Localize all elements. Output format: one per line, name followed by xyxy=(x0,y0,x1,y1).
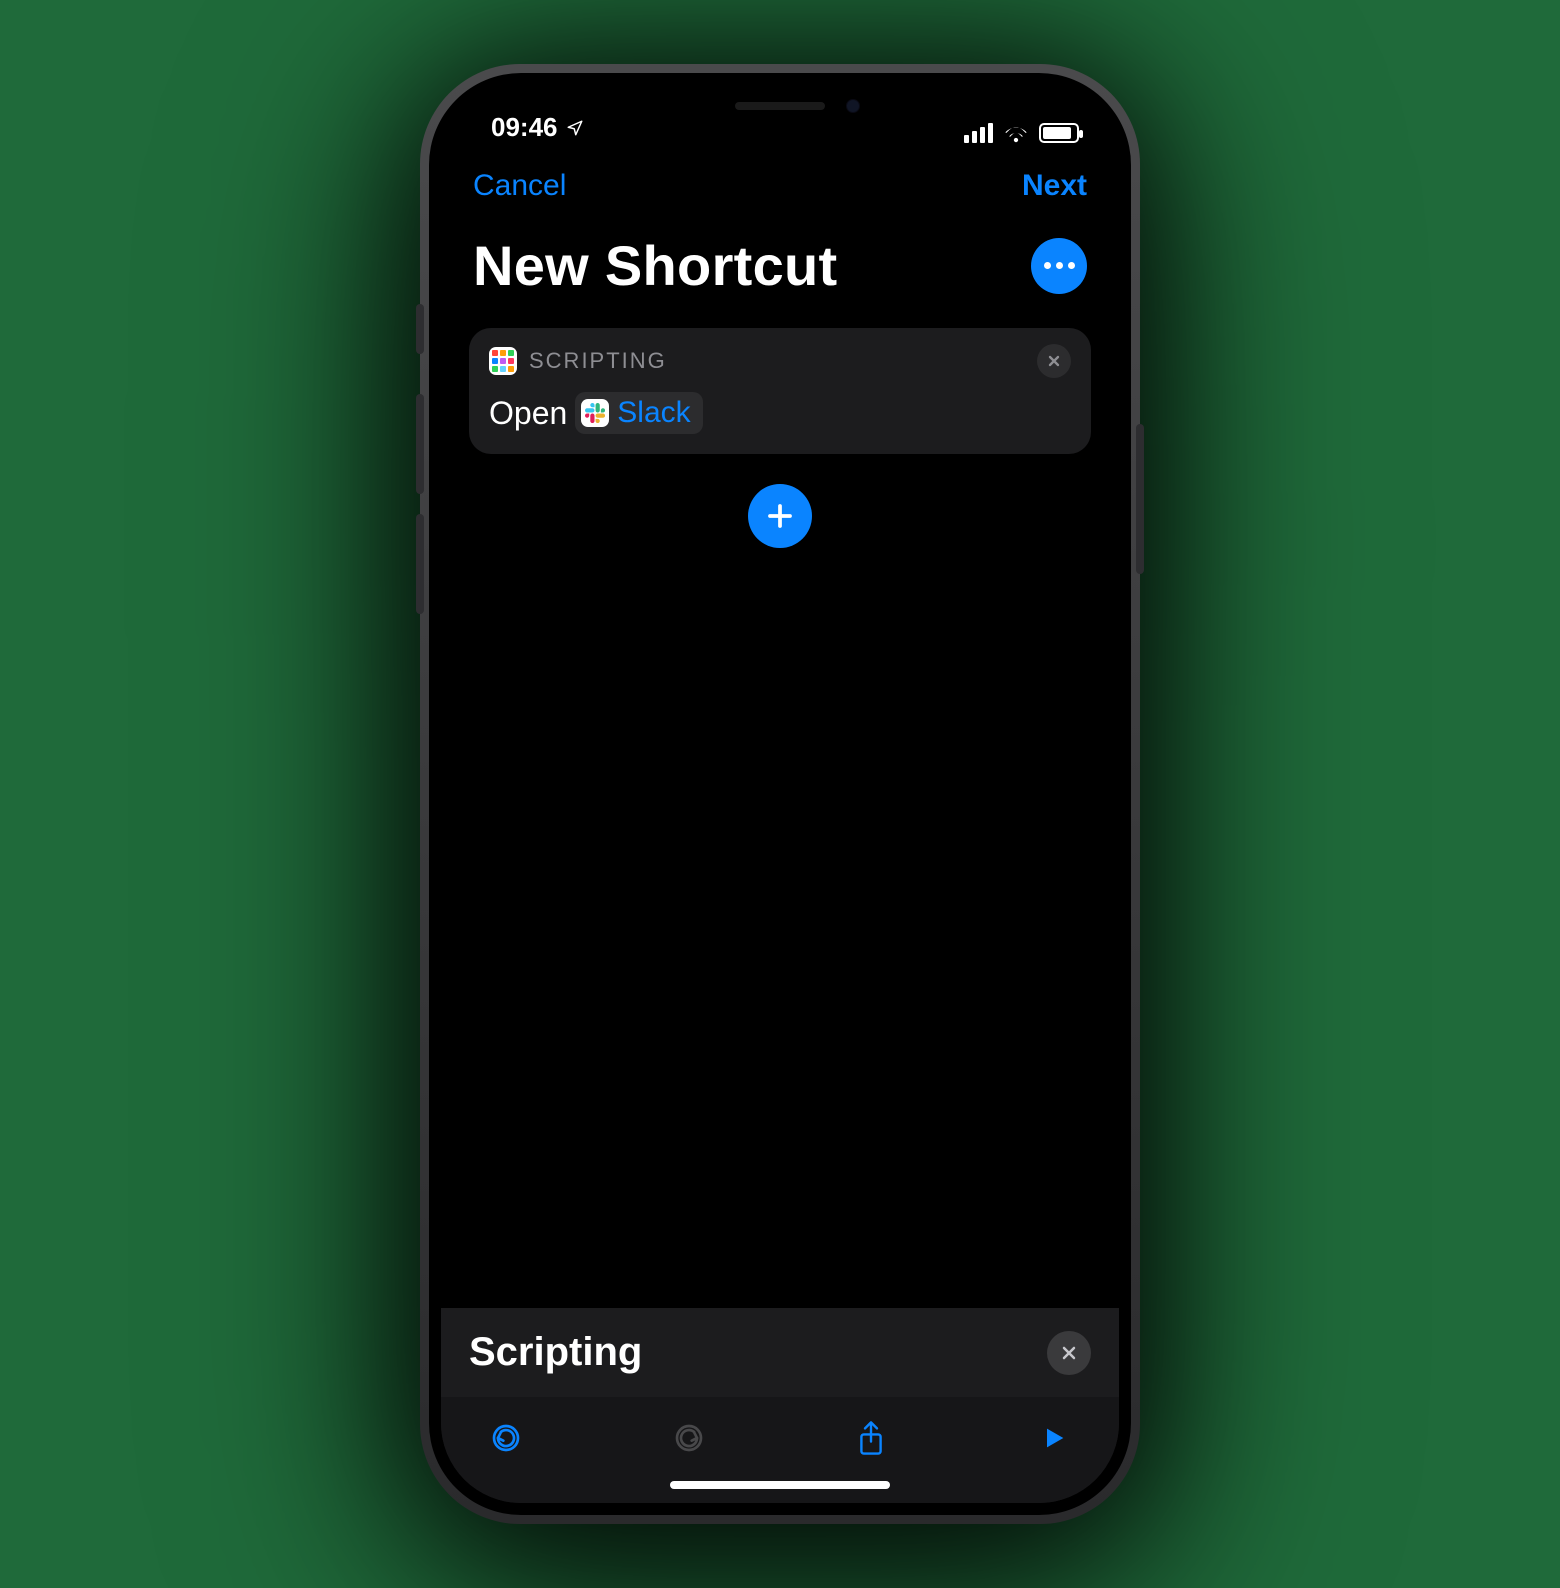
xmark-icon xyxy=(1059,1343,1079,1363)
share-icon xyxy=(856,1420,886,1456)
bottom-panel: Scripting xyxy=(441,1308,1119,1503)
action-verb: Open xyxy=(489,395,567,432)
slack-icon xyxy=(581,399,609,427)
redo-icon xyxy=(673,1422,705,1454)
xmark-icon xyxy=(1046,353,1062,369)
action-card[interactable]: SCRIPTING Open xyxy=(469,328,1091,454)
undo-button[interactable] xyxy=(483,1415,529,1461)
search-panel[interactable]: Scripting xyxy=(441,1308,1119,1397)
add-action-button[interactable] xyxy=(748,484,812,548)
ellipsis-icon xyxy=(1044,262,1051,269)
home-indicator[interactable] xyxy=(670,1481,890,1489)
app-name-label: Slack xyxy=(617,396,690,430)
device-notch xyxy=(630,85,930,127)
cancel-button[interactable]: Cancel xyxy=(473,169,566,203)
wifi-icon xyxy=(1003,123,1029,143)
redo-button xyxy=(666,1415,712,1461)
action-category-label: SCRIPTING xyxy=(529,348,1025,374)
app-grid-icon xyxy=(489,347,517,375)
nav-bar: Cancel Next xyxy=(441,145,1119,215)
clear-search-button[interactable] xyxy=(1047,1331,1091,1375)
share-button[interactable] xyxy=(848,1415,894,1461)
more-button[interactable] xyxy=(1031,238,1087,294)
search-text: Scripting xyxy=(469,1330,642,1375)
next-button[interactable]: Next xyxy=(1022,169,1087,203)
status-time: 09:46 xyxy=(491,112,558,143)
battery-icon xyxy=(1039,123,1079,143)
play-button[interactable] xyxy=(1031,1415,1077,1461)
plus-icon xyxy=(765,501,795,531)
undo-icon xyxy=(490,1422,522,1454)
location-arrow-icon xyxy=(566,119,584,137)
page-title: New Shortcut xyxy=(473,233,838,298)
app-parameter-chip[interactable]: Slack xyxy=(575,392,702,434)
cellular-signal-icon xyxy=(964,123,993,143)
remove-action-button[interactable] xyxy=(1037,344,1071,378)
play-icon xyxy=(1040,1424,1068,1452)
